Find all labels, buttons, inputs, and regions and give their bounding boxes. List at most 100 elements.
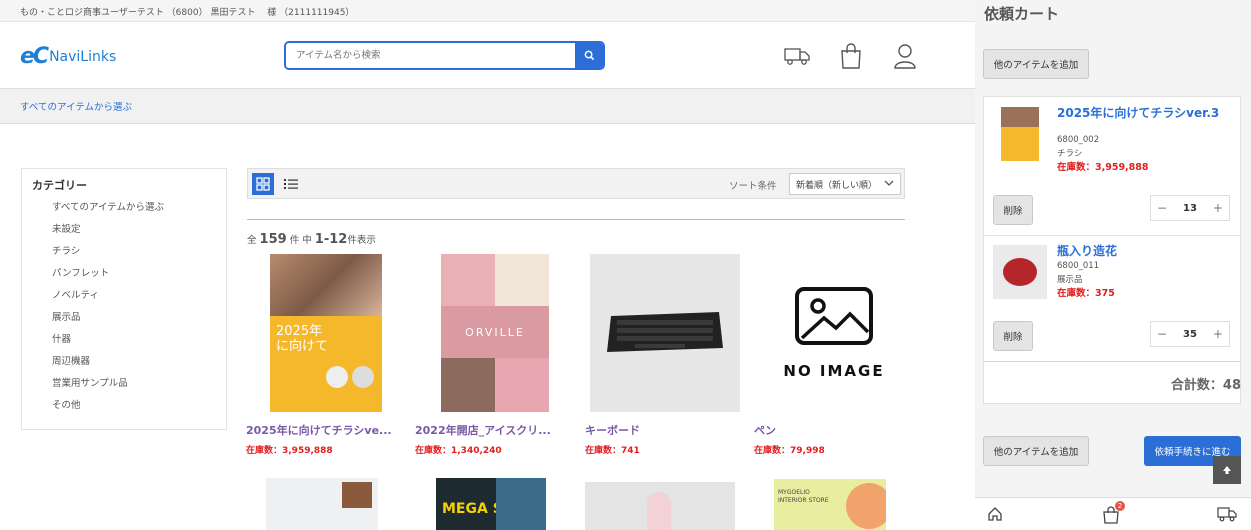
product-image[interactable]: MEGA SALE (436, 478, 546, 530)
count-middle: 件 中 (289, 235, 312, 246)
cart-item-stock: 在庫数：375 (1057, 288, 1115, 299)
product-image[interactable]: NO IMAGE (759, 254, 909, 412)
photo-people (270, 254, 382, 316)
truck-icon (784, 48, 810, 65)
product-image[interactable]: 2025年に向けて (270, 254, 382, 412)
account-button[interactable] (890, 42, 920, 70)
delivery-nav[interactable] (1217, 506, 1237, 526)
collage-tile (495, 254, 549, 306)
logo-mark: eC (20, 44, 49, 69)
divider (247, 219, 905, 220)
increment-button[interactable]: + (1213, 201, 1223, 215)
delete-button[interactable]: 削除 (993, 321, 1033, 351)
grid-icon (256, 177, 270, 191)
cart-badge: 2 (1115, 501, 1125, 511)
product-image[interactable]: ORVILLE (441, 254, 549, 412)
cart-item-image (993, 245, 1047, 299)
category-title: カテゴリー (32, 179, 87, 192)
list-view-button[interactable] (280, 173, 302, 195)
category-item[interactable]: 営業用サンプル品 (32, 375, 216, 397)
truck-icon (1217, 507, 1237, 522)
collage-tile (441, 358, 495, 412)
user-info-text: もの・ことロジ商事ユーザーテスト （6800） 黒田テスト 様 （2111111… (20, 8, 355, 18)
cart-item-name[interactable]: 瓶入り造花 (1057, 244, 1117, 258)
category-item[interactable]: 周辺機器 (32, 353, 216, 375)
cart-item-name[interactable]: 2025年に向けてチラシver.3 (1057, 106, 1227, 120)
product-stock: 在庫数：1,340,240 (415, 446, 502, 456)
cart-item-category: チラシ (1057, 149, 1083, 159)
flyer-avatar (352, 366, 374, 388)
product-card[interactable]: NO IMAGE ペン 在庫数：79,998 (754, 254, 914, 456)
category-item[interactable]: チラシ (32, 243, 216, 265)
result-count: 全 159 件 中 1-12件表示 (247, 232, 376, 247)
product-image[interactable]: MYGOELIO INTERIOR STORE (774, 479, 886, 530)
product-card[interactable]: キーボード 在庫数：741 (585, 254, 745, 456)
product-name[interactable]: ペン (754, 422, 914, 438)
product-image[interactable] (266, 478, 378, 530)
product-image[interactable] (585, 482, 735, 530)
category-item[interactable]: 未設定 (32, 221, 216, 243)
category-item[interactable]: 什器 (32, 331, 216, 353)
product-name[interactable]: キーボード (585, 422, 745, 438)
grid-view-button[interactable] (252, 173, 274, 195)
user-icon (894, 44, 916, 69)
category-item[interactable]: ノベルティ (32, 287, 216, 309)
logo-text: NaviLinks (49, 48, 117, 65)
cart-item-code: 6800_002 (1057, 135, 1100, 145)
search-button[interactable] (575, 43, 603, 68)
product-name[interactable]: 2022年開店_アイスクリ... (415, 422, 575, 438)
cart-nav[interactable]: 2 (1103, 501, 1125, 528)
app-window: もの・ことロジ商事ユーザーテスト （6800） 黒田テスト 様 （2111111… (0, 0, 1251, 530)
decrement-button[interactable]: − (1157, 327, 1167, 341)
add-item-button-bottom[interactable]: 他のアイテムを追加 (983, 436, 1089, 466)
home-nav[interactable] (987, 506, 1003, 526)
user-info-bar: もの・ことロジ商事ユーザーテスト （6800） 黒田テスト 様 （2111111… (0, 0, 975, 22)
add-item-button[interactable]: 他のアイテムを追加 (983, 49, 1089, 79)
category-item[interactable]: 展示品 (32, 309, 216, 331)
quantity-stepper: − 35 + (1150, 321, 1230, 347)
product-card[interactable]: 2025年に向けて 2025年に向けてチラシve... 在庫数：3,959,88… (246, 254, 406, 456)
sort-select[interactable]: 新着順（新しい順） (789, 173, 901, 195)
increment-button[interactable]: + (1213, 327, 1223, 341)
product-image[interactable] (590, 254, 740, 412)
count-prefix: 全 (247, 235, 257, 246)
cart-item-image (1001, 107, 1039, 161)
site-logo[interactable]: eC NaviLinks (20, 44, 116, 69)
product-stock: 在庫数：3,959,888 (246, 446, 333, 456)
search-box (284, 41, 605, 70)
collage-tile (495, 358, 549, 412)
flower-shape (1003, 258, 1037, 286)
mouse-shape (647, 492, 671, 530)
product-stock: 在庫数：79,998 (754, 446, 825, 456)
collage-bottom (441, 358, 549, 412)
product-stock: 在庫数：741 (585, 446, 640, 456)
cart-title: 依頼カート (984, 5, 1060, 23)
no-image-text: NO IMAGE (783, 362, 885, 380)
cart-items: 2025年に向けてチラシver.3 6800_002 チラシ 在庫数：3,959… (983, 96, 1241, 404)
search-input[interactable] (286, 43, 575, 68)
delivery-button[interactable] (782, 42, 812, 70)
category-item[interactable]: その他 (32, 397, 216, 419)
scroll-top-button[interactable] (1213, 456, 1241, 484)
cart-button[interactable] (836, 42, 866, 70)
sort-value: 新着順（新しい順） (796, 181, 878, 191)
collage-top (441, 254, 549, 306)
collage-tile (441, 254, 495, 306)
category-item[interactable]: パンフレット (32, 265, 216, 287)
decrement-button[interactable]: − (1157, 201, 1167, 215)
category-item[interactable]: すべてのアイテムから選ぶ (32, 199, 216, 221)
chevron-down-icon (884, 180, 894, 186)
cart-item-category: 展示品 (1057, 275, 1083, 285)
keyboard-image (607, 312, 723, 352)
product-card[interactable]: ORVILLE 2022年開店_アイスクリ... 在庫数：1,340,240 (415, 254, 575, 456)
photo-block (1001, 107, 1039, 127)
cart-item-stock: 在庫数：3,959,888 (1057, 162, 1149, 173)
quantity-value[interactable]: 13 (1183, 203, 1197, 214)
store-text: MYGOELIO INTERIOR STORE (778, 489, 829, 504)
count-range: 1-12 (314, 232, 348, 247)
product-name[interactable]: 2025年に向けてチラシve... (246, 422, 406, 438)
breadcrumb-link[interactable]: すべてのアイテムから選ぶ (20, 102, 132, 113)
delete-button[interactable]: 削除 (993, 195, 1033, 225)
quantity-value[interactable]: 35 (1183, 329, 1197, 340)
divider (984, 235, 1240, 236)
